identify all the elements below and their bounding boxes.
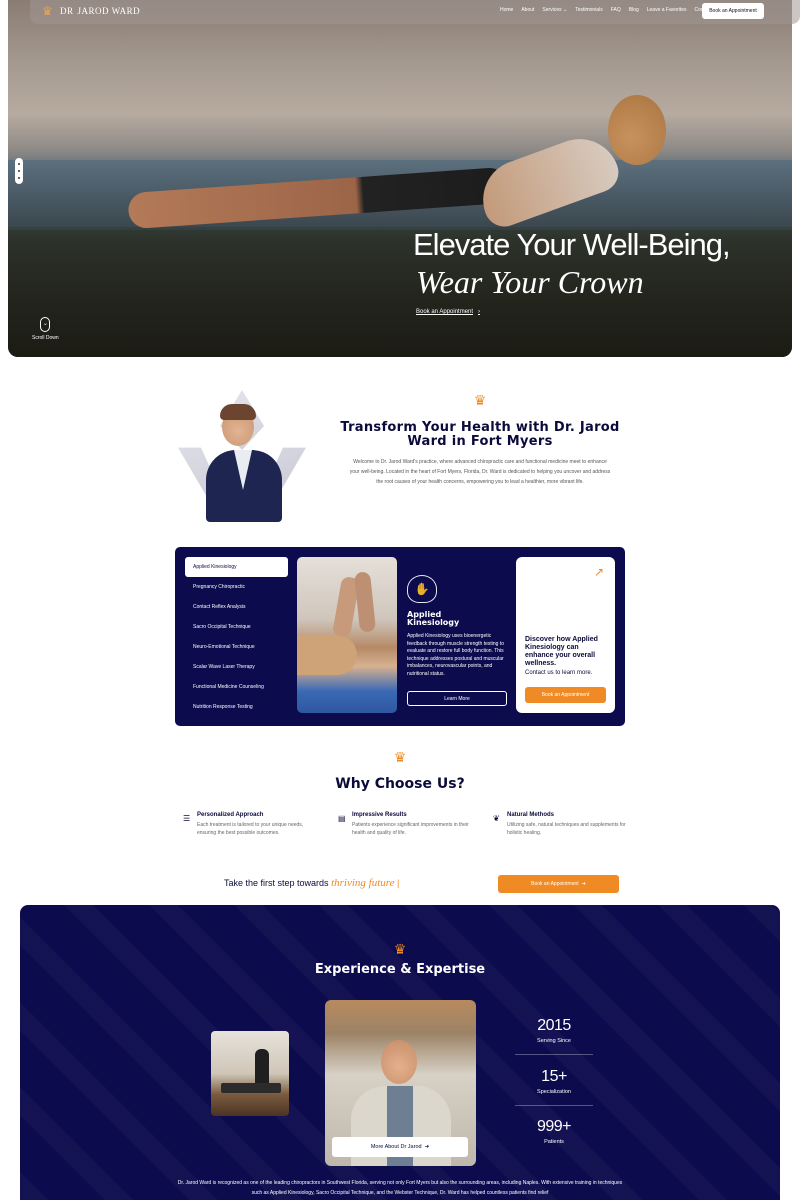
more-about-label: More About Dr Jarod xyxy=(370,1144,422,1150)
first-step-text: Take the first step towards thriving fut… xyxy=(224,877,399,889)
feature-title: Natural Methods xyxy=(507,812,555,818)
hero-book-label: Book an Appointment xyxy=(416,309,474,315)
scroll-down-label: Scroll Down xyxy=(32,335,59,341)
service-detail-name: Applied Kinesiology xyxy=(407,610,460,627)
service-tab-functional-medicine[interactable]: Functional Medicine Counseling xyxy=(185,677,288,697)
service-tab-pregnancy-chiropractic[interactable]: Pregnancy Chiropractic xyxy=(185,577,288,597)
hero-section: Elevate Your Well-Being, Wear Your Crown… xyxy=(8,0,792,357)
experience-description: Dr. Jarod Ward is recognized as one of t… xyxy=(177,1180,623,1196)
stat-value: 2015 xyxy=(537,1017,571,1034)
stat-divider xyxy=(515,1105,593,1106)
feature-desc: Patients experience significant improvem… xyxy=(352,822,469,836)
nav-link-services[interactable]: Services ⌄ xyxy=(542,7,567,13)
sliders-icon: ☰ xyxy=(183,814,191,823)
nav-link-testimonials[interactable]: Testimonials xyxy=(575,7,603,13)
feature-title: Personalized Approach xyxy=(197,812,264,818)
hero-figure-head xyxy=(608,95,666,165)
services-list: Applied Kinesiology Pregnancy Chiropract… xyxy=(185,557,288,717)
stat-patients: 999+ Patients xyxy=(514,1118,594,1145)
why-title: Why Choose Us? xyxy=(335,776,465,792)
chevron-right-icon: › xyxy=(478,309,481,315)
logo-name: JAROD WARD xyxy=(77,6,141,16)
nav-link-favorites[interactable]: Leave a Favorites xyxy=(647,7,687,13)
nav-link-faq[interactable]: FAQ xyxy=(611,7,621,13)
top-navbar: ♛ DR JAROD WARD Home About Services ⌄ Te… xyxy=(30,0,800,24)
hero-book-link[interactable]: Book an Appointment › xyxy=(416,309,480,315)
stat-label: Patients xyxy=(544,1139,564,1145)
crown-brand-icon-3: ♛ xyxy=(393,941,407,957)
service-book-button[interactable]: Book an Appointment xyxy=(525,687,606,703)
services-panel: Applied Kinesiology Pregnancy Chiropract… xyxy=(175,547,625,726)
service-photo xyxy=(297,557,397,713)
service-tab-applied-kinesiology[interactable]: Applied Kinesiology xyxy=(185,557,288,577)
first-step-prefix: Take the first step towards xyxy=(224,878,329,888)
stat-value: 999+ xyxy=(536,1118,572,1135)
arrow-up-right-icon: ↗ xyxy=(594,565,605,579)
first-step-book-button[interactable]: Book an Appointment ➜ xyxy=(498,875,619,893)
experience-section: ♛ Experience & Expertise More About Dr J… xyxy=(20,905,780,1200)
nav-link-blog[interactable]: Blog xyxy=(629,7,639,13)
experience-title: Experience & Expertise xyxy=(314,962,486,977)
feature-title: Impressive Results xyxy=(352,812,407,818)
crown-brand-icon: ♛ xyxy=(473,392,487,408)
service-tab-contact-reflex-analysis[interactable]: Contact Reflex Analysis xyxy=(185,597,288,617)
service-cta-card: ↗ Discover how Applied Kinesiology can e… xyxy=(516,557,615,713)
transform-title: Transform Your Health with Dr. Jarod War… xyxy=(340,420,620,449)
cursor-bar-icon: | xyxy=(397,878,400,888)
more-about-button[interactable]: More About Dr Jarod ➜ xyxy=(332,1137,468,1157)
service-tab-neuro-emotional[interactable]: Neuro-Emotional Technique xyxy=(185,637,288,657)
service-cta-contact: Contact us to learn more. xyxy=(525,670,593,676)
service-tab-sacro-occipital[interactable]: Sacro Occipital Technique xyxy=(185,617,288,637)
stat-value: 15+ xyxy=(541,1068,567,1085)
stat-label: Serving Since xyxy=(537,1038,571,1044)
doctor-portrait xyxy=(204,404,284,522)
logo[interactable]: ♛ DR JAROD WARD xyxy=(42,5,140,17)
nav-links: Home About Services ⌄ Testimonials FAQ B… xyxy=(500,7,712,13)
spine-hands-icon: ✋ xyxy=(407,575,437,603)
nav-book-button[interactable]: Book an Appointment xyxy=(702,3,764,19)
nav-link-home[interactable]: Home xyxy=(500,7,513,13)
logo-prefix: DR xyxy=(60,6,74,16)
arrow-circle-icon: ➜ xyxy=(424,1144,430,1150)
hero-title: Elevate Your Well-Being, xyxy=(413,227,731,262)
service-cta-title: Discover how Applied Kinesiology can enh… xyxy=(525,636,598,667)
hero-subtitle: Wear Your Crown xyxy=(416,264,644,300)
service-detail-description: Applied Kinesiology uses bioenergetic fe… xyxy=(407,633,505,677)
service-tab-nutrition-response[interactable]: Nutrition Response Testing xyxy=(185,697,288,717)
mouse-icon: ⌄ xyxy=(40,317,51,332)
feature-desc: Each treatment is tailored to your uniqu… xyxy=(197,822,304,836)
page: Elevate Your Well-Being, Wear Your Crown… xyxy=(0,0,800,1200)
stat-serving-since: 2015 Serving Since xyxy=(514,1017,594,1044)
stat-specialization: 15+ Specialization xyxy=(514,1068,594,1095)
chart-icon: ▤ xyxy=(338,814,346,823)
leaf-icon: ❦ xyxy=(493,814,500,823)
scroll-down-button[interactable]: ⌄ Scroll Down xyxy=(32,317,59,341)
transform-text: Welcome to Dr. Jarod Ward's practice, wh… xyxy=(349,459,611,485)
learn-more-button[interactable]: Learn More xyxy=(407,691,507,706)
first-step-book-label: Book an Appointment xyxy=(531,881,579,887)
feature-desc: Utilizing safe, natural techniques and s… xyxy=(507,822,626,836)
crown-brand-icon-2: ♛ xyxy=(393,749,407,765)
slider-dots[interactable] xyxy=(15,158,23,184)
stat-divider xyxy=(515,1054,593,1055)
crown-logo-icon: ♛ xyxy=(42,4,53,18)
treatment-photo xyxy=(211,1031,289,1116)
arrow-circle-icon: ➜ xyxy=(581,881,586,887)
service-tab-scalar-wave-laser[interactable]: Scalar Wave Laser Therapy xyxy=(185,657,288,677)
service-detail: ✋ Applied Kinesiology Applied Kinesiolog… xyxy=(407,575,509,678)
first-step-highlight: thriving future xyxy=(331,877,395,889)
stat-label: Specialization xyxy=(537,1089,571,1095)
nav-link-about[interactable]: About xyxy=(521,7,534,13)
